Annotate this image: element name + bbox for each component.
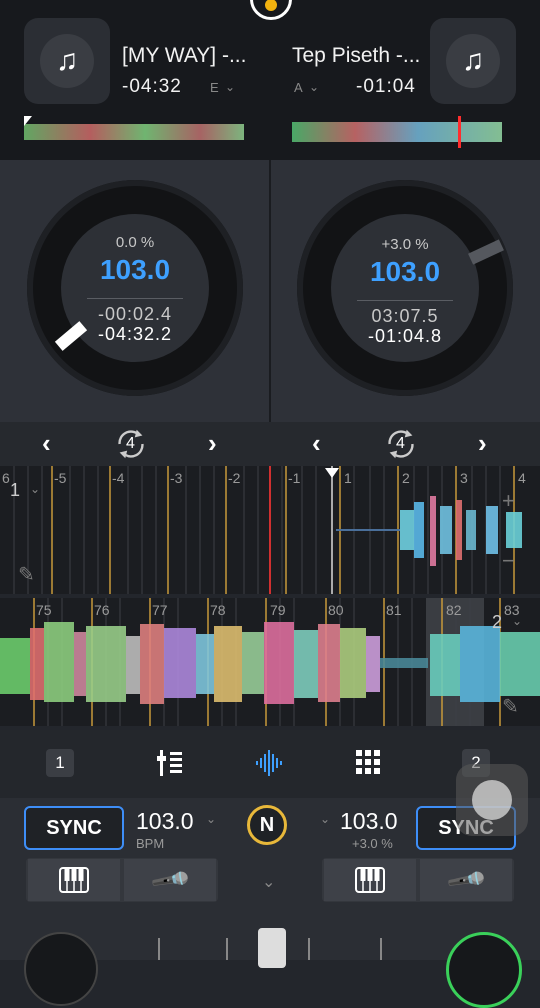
piano-icon	[355, 867, 385, 893]
deck-1-button[interactable]: 1	[46, 749, 74, 777]
deck-a-key[interactable]: E	[210, 80, 219, 95]
deck-b-keys-button[interactable]	[324, 859, 416, 901]
deck-b-elapsed: 03:07.5	[371, 306, 439, 326]
beat-label: 78	[210, 602, 226, 618]
deck-a-mic-button[interactable]: 🎤	[124, 858, 216, 902]
beat-label: 77	[152, 602, 168, 618]
beat-label: -2	[228, 470, 241, 486]
deck-divider	[269, 160, 271, 465]
music-note-icon: ♫	[461, 44, 485, 77]
assistive-touch-button[interactable]	[456, 764, 528, 836]
beat-label: 76	[94, 602, 110, 618]
deck-a-title[interactable]: [MY WAY] -...	[122, 44, 246, 68]
deck-b-play-button[interactable]	[446, 932, 522, 1008]
deck-b-remaining-detail: -01:04.8	[367, 326, 443, 346]
zoom-in-icon[interactable]: +	[502, 488, 515, 514]
deck-a-remaining: -04:32	[122, 76, 182, 97]
deck-a-elapsed: -00:02.4	[97, 304, 173, 324]
deck-a-overview-waveform[interactable]	[24, 116, 246, 148]
beat-label: 79	[270, 602, 286, 618]
beat-label: 2	[402, 470, 410, 486]
beat-label: -1	[288, 470, 301, 486]
chevron-down-icon[interactable]: ⌄	[262, 872, 275, 892]
pads-grid-icon[interactable]	[354, 748, 382, 776]
beat-label: 3	[460, 470, 468, 486]
deck-a-waveform-canvas	[13, 466, 522, 594]
deck-b-feature-bar: 🎤	[322, 858, 514, 902]
pencil-icon[interactable]: ✎	[502, 694, 519, 719]
zoom-out-icon[interactable]: −	[502, 548, 515, 574]
deck-a-play-button[interactable]	[24, 932, 98, 1006]
deck-a-loop-next-icon[interactable]: ›	[208, 428, 217, 459]
deck-a-loop-size: 4	[126, 435, 135, 452]
center-logo-button[interactable]: N	[247, 805, 287, 845]
deck-a-waveform-label[interactable]: 1	[10, 480, 20, 501]
chevron-down-icon[interactable]: ⌄	[206, 812, 216, 826]
microphone-icon: 🎤	[148, 858, 193, 902]
deck-b-pitch: +3.0 %	[381, 236, 429, 253]
beat-label: 4	[518, 470, 526, 486]
beat-label: 6	[2, 470, 10, 486]
chevron-down-icon[interactable]: ⌄	[512, 614, 522, 628]
deck-a-keys-button[interactable]	[28, 859, 120, 901]
deck-b-bpm: 103.0	[369, 256, 441, 287]
mixer-icon[interactable]	[156, 748, 186, 778]
deck-a-feature-bar: 🎤	[26, 858, 218, 902]
deck-b-waveform-label[interactable]: 2	[492, 612, 502, 633]
deck-a-platter[interactable]: 0.0 % 103.0 -00:02.4 -04:32.2	[27, 180, 243, 396]
deck-b-remaining: -01:04	[356, 76, 416, 97]
transport-controls: SYNC 103.0 ⌄ BPM N ⌄ 103.0 +3.0 % SYNC 🎤…	[0, 764, 540, 1008]
deck-a-pitch: 0.0 %	[115, 234, 155, 251]
deck-b-mic-button[interactable]: 🎤	[420, 858, 512, 902]
deck-b-bpm-sub: +3.0 %	[352, 836, 393, 851]
deck-b-loop-size: 4	[396, 435, 405, 452]
top-indicator[interactable]	[250, 0, 292, 20]
crossfader[interactable]	[150, 924, 390, 968]
deck-b-title[interactable]: Tep Piseth -...	[292, 44, 420, 68]
pencil-icon[interactable]: ✎	[18, 562, 35, 587]
beat-label: -3	[170, 470, 183, 486]
header: ♫ [MY WAY] -... -04:32 E ⌄ Tep Piseth -.…	[0, 0, 540, 160]
beat-label: -5	[54, 470, 67, 486]
deck-b-loop-next-icon[interactable]: ›	[478, 428, 487, 459]
deck-b-waveform[interactable]: 75 76 77 78 79 80 81 82 83 2 ⌄ ✎	[0, 598, 540, 726]
chevron-down-icon[interactable]: ⌄	[30, 482, 40, 496]
deck-b-overview-waveform[interactable]	[292, 116, 514, 148]
piano-icon	[59, 867, 89, 893]
music-note-icon: ♫	[55, 44, 79, 77]
beat-label: 80	[328, 602, 344, 618]
deck-a-sync-button[interactable]: SYNC	[24, 806, 124, 850]
chevron-down-icon[interactable]: ⌄	[309, 80, 319, 94]
chevron-down-icon[interactable]: ⌄	[320, 812, 330, 826]
deck-a-bpm: 103.0	[99, 254, 171, 285]
beat-label: 75	[36, 602, 52, 618]
deck-b-key[interactable]: A	[294, 80, 303, 95]
beat-label: 1	[344, 470, 352, 486]
beat-label: 81	[386, 602, 402, 618]
beat-label: 82	[446, 602, 462, 618]
logo-letter: N	[259, 813, 275, 836]
deck-b-loop-button[interactable]: 4	[382, 425, 424, 463]
deck-a-loop-button[interactable]: 4	[112, 425, 154, 463]
chevron-down-icon[interactable]: ⌄	[225, 80, 235, 94]
deck-b-loop-prev-icon[interactable]: ‹	[312, 428, 321, 459]
microphone-icon: 🎤	[444, 858, 489, 902]
loop-controls: ‹ 4 › ‹ 4 ›	[0, 422, 540, 466]
deck-b-artwork[interactable]: ♫	[430, 18, 516, 104]
deck-b-platter[interactable]: +3.0 % 103.0 03:07.5 -01:04.8	[297, 180, 513, 396]
waveform-view-icon[interactable]	[254, 748, 286, 778]
deck-a-loop-prev-icon[interactable]: ‹	[42, 428, 51, 459]
deck-a-bpm-sub: BPM	[136, 836, 165, 851]
deck-a-bpm-value[interactable]: 103.0	[136, 808, 194, 835]
crossfader-handle[interactable]	[258, 928, 286, 968]
deck-a-waveform[interactable]: 6 -5 -4 -3 -2 -1 1 2 3 4 1 ⌄ ✎ + −	[0, 466, 540, 594]
beat-label: -4	[112, 470, 125, 486]
deck-b-bpm-value[interactable]: 103.0	[340, 808, 398, 835]
deck-a-artwork[interactable]: ♫	[24, 18, 110, 104]
